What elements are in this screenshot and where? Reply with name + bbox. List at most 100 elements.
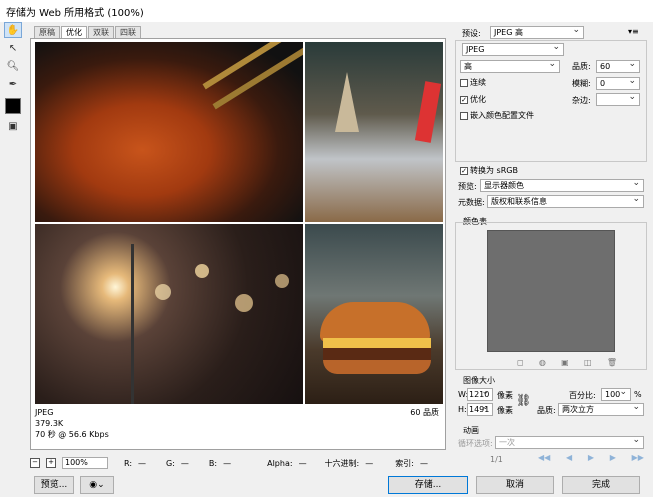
toggle-slices-icon[interactable]: ▣	[4, 118, 22, 134]
loop-options-select[interactable]: 一次	[495, 435, 644, 449]
animation-controls: ◀◀ ◀ ▶ ▶ ▶▶	[538, 453, 644, 462]
b-value: —	[223, 458, 232, 468]
index-value: —	[419, 458, 428, 468]
color-table-toolbar: ◻ ◍ ▣ ◫ 🗑︎	[517, 358, 617, 367]
window-title: 存储为 Web 所用格式 (100%)	[0, 0, 653, 22]
hex-label: 十六进制:	[324, 458, 360, 468]
height-input[interactable]: 1491	[467, 402, 493, 416]
embed-icc-checkbox[interactable]: 嵌入颜色配置文件	[460, 110, 534, 121]
status-download-time: 70 秒 @ 56.6 Kbps	[35, 430, 109, 439]
preview-color-select[interactable]: 显示器颜色	[480, 178, 644, 192]
r-value: —	[138, 458, 147, 468]
cancel-button[interactable]: 取消	[476, 476, 554, 494]
image-size-title: 图像大小	[463, 376, 495, 385]
resample-quality-select[interactable]: 两次立方	[558, 402, 644, 416]
convert-srgb-label: 转换为 sRGB	[470, 166, 518, 175]
frame-counter: 1/1	[490, 455, 503, 464]
optimization-status: JPEG 379.3K 70 秒 @ 56.6 Kbps 60 品质	[35, 407, 443, 447]
next-frame-icon[interactable]: ▶	[610, 453, 616, 462]
progressive-box[interactable]	[460, 78, 468, 87]
quality-value-input[interactable]: 60	[596, 59, 640, 73]
info-bar: − + 100% R: — G: — B: — Alpha: — 十六进制: — 索引: —	[30, 456, 446, 470]
photo-sparkler	[35, 224, 303, 404]
new-color-icon[interactable]: ◫	[584, 358, 592, 367]
tab-4-up[interactable]: 四联	[115, 26, 141, 38]
browser-select-button[interactable]: ◉⌄	[80, 476, 114, 494]
prev-frame-icon[interactable]: ◀	[566, 453, 572, 462]
optimized-checkbox[interactable]: ✓ 优化	[460, 94, 486, 105]
color-table-swatch-area[interactable]	[487, 230, 615, 352]
animation-title: 动画	[463, 426, 479, 435]
toolbox: ✋ ↖ 🔍︎ ✒ ▣	[4, 22, 24, 136]
slice-select-tool-icon[interactable]: ↖	[4, 40, 22, 56]
height-unit: 像素	[497, 406, 513, 415]
width-input[interactable]: 1210	[467, 387, 493, 401]
first-frame-icon[interactable]: ◀◀	[538, 453, 550, 462]
g-value: —	[180, 458, 189, 468]
matte-label: 杂边:	[572, 96, 591, 105]
percent-input[interactable]: 100	[601, 387, 631, 401]
save-button[interactable]: 存储...	[388, 476, 468, 494]
quality-label: 品质:	[572, 62, 591, 71]
r-label: R:	[124, 458, 133, 468]
convert-srgb-box-checked[interactable]: ✓	[460, 166, 468, 175]
status-file-size: 379.3K	[35, 419, 64, 428]
metadata-label: 元数据:	[458, 198, 485, 207]
map-color-icon[interactable]: ◻	[517, 358, 524, 367]
loop-options-label: 循环选项:	[458, 439, 493, 448]
photo-shrimp	[35, 42, 303, 222]
eyedropper-color-swatch[interactable]	[5, 98, 21, 114]
progressive-label: 连续	[470, 78, 486, 87]
eyedropper-tool-icon[interactable]: ✒	[4, 76, 22, 92]
index-label: 索引:	[395, 458, 414, 468]
width-unit: 像素	[497, 391, 513, 400]
convert-srgb-checkbox[interactable]: ✓ 转换为 sRGB	[460, 165, 518, 176]
hand-tool-icon[interactable]: ✋	[4, 22, 22, 38]
file-format-select[interactable]: JPEG	[462, 42, 564, 56]
height-label: H:	[458, 405, 467, 414]
shift-web-icon[interactable]: ◍	[539, 358, 546, 367]
optimized-label: 优化	[470, 95, 486, 104]
view-tabs: 原稿 优化 双联 四联	[34, 26, 142, 38]
zoom-in-button[interactable]: +	[46, 458, 56, 468]
blur-value-input[interactable]: 0	[596, 76, 640, 90]
preview-label: 预览:	[458, 182, 477, 191]
tab-original[interactable]: 原稿	[34, 26, 60, 38]
preview-canvas[interactable]	[30, 38, 446, 450]
done-button[interactable]: 完成	[562, 476, 640, 494]
alpha-label: Alpha:	[267, 458, 293, 468]
g-label: G:	[166, 458, 175, 468]
tab-optimized[interactable]: 优化	[61, 26, 87, 38]
photo-christmas-table	[305, 42, 443, 222]
zoom-tool-icon[interactable]: 🔍︎	[4, 58, 22, 74]
preset-select[interactable]: JPEG 高	[490, 25, 584, 39]
lock-color-icon[interactable]: ▣	[561, 358, 569, 367]
percent-unit: %	[634, 390, 642, 399]
preset-label: 预设:	[462, 29, 481, 38]
matte-select[interactable]	[596, 92, 640, 106]
browser-icon: ◉⌄	[89, 480, 105, 490]
constrain-proportions-icon[interactable]: ⛓	[516, 393, 531, 407]
b-label: B:	[208, 458, 218, 468]
embed-icc-box[interactable]	[460, 111, 468, 120]
alpha-value: —	[298, 458, 307, 468]
optimized-box-checked[interactable]: ✓	[460, 95, 468, 104]
hex-value: —	[365, 458, 374, 468]
metadata-select[interactable]: 版权和联系信息	[487, 194, 644, 208]
delete-color-icon[interactable]: 🗑︎	[607, 358, 617, 367]
zoom-out-button[interactable]: −	[30, 458, 40, 468]
play-icon[interactable]: ▶	[588, 453, 594, 462]
status-quality: 60 品质	[410, 408, 439, 417]
percent-label: 百分比:	[569, 391, 596, 400]
last-frame-icon[interactable]: ▶▶	[632, 453, 644, 462]
panel-menu-icon[interactable]: ▾≡	[628, 27, 639, 36]
zoom-level-select[interactable]: 100%	[62, 457, 108, 469]
preview-in-browser-button[interactable]: 预览...	[34, 476, 74, 494]
tab-2-up[interactable]: 双联	[88, 26, 114, 38]
blur-label: 模糊:	[572, 79, 591, 88]
resample-quality-label: 品质:	[537, 406, 556, 415]
status-format: JPEG	[35, 408, 54, 417]
quality-level-select[interactable]: 高	[460, 59, 560, 73]
progressive-checkbox[interactable]: 连续	[460, 77, 486, 88]
photo-burger	[305, 224, 443, 404]
